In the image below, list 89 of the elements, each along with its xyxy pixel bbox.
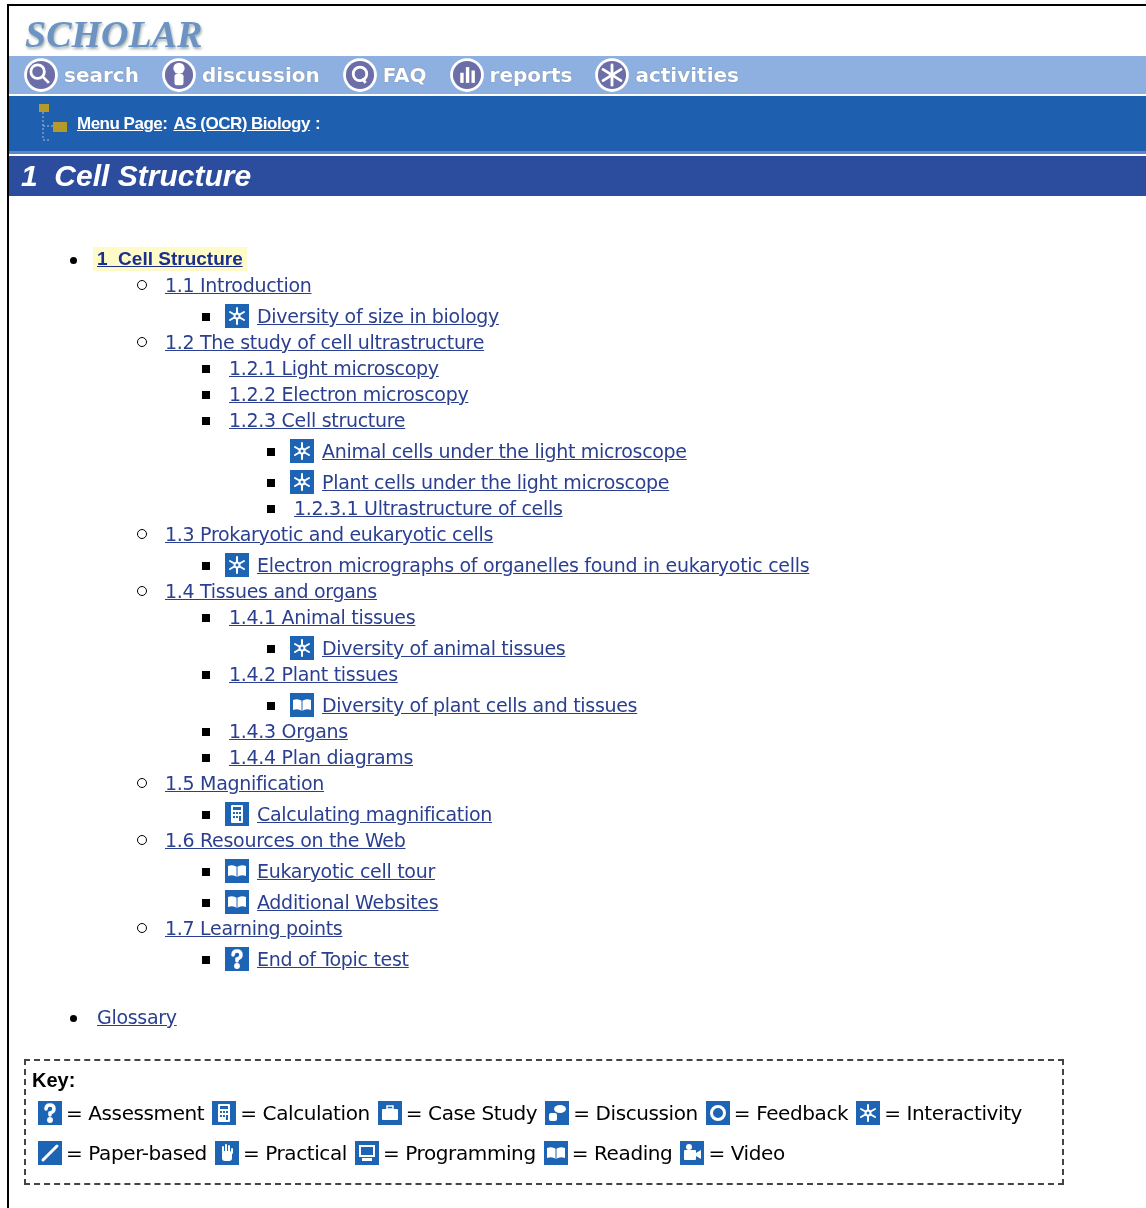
bullet-square xyxy=(267,702,275,710)
snowflake-icon xyxy=(290,470,314,494)
key-label: = Feedback xyxy=(733,1100,849,1127)
bullet-square xyxy=(202,614,210,622)
key-label: = Discussion xyxy=(573,1100,698,1127)
outline-link[interactable]: 1.3 Prokaryotic and eukaryotic cells xyxy=(161,522,498,546)
open-book-icon xyxy=(543,1141,568,1165)
page-title: 1 Cell Structure xyxy=(21,158,252,194)
outline-link[interactable]: 1.2 The study of cell ultrastructure xyxy=(161,330,489,354)
outline-link[interactable]: Calculating magnification xyxy=(253,802,496,826)
bullet-square xyxy=(267,479,275,487)
search-icon xyxy=(23,57,59,93)
snowflake-icon xyxy=(225,553,249,577)
bullet-square xyxy=(202,728,210,736)
outline-link[interactable]: 1.2.3.1 Ultrastructure of cells xyxy=(290,496,567,520)
question-mark-icon xyxy=(38,1101,62,1125)
outline-link[interactable]: Animal cells under the light microscope xyxy=(318,439,691,463)
outline-link[interactable]: Electron micrographs of organelles found in eukaryotic cells xyxy=(253,553,814,577)
site-logo: SCHOLAR xyxy=(25,12,203,56)
bullet-square xyxy=(202,313,210,321)
outline-link[interactable]: Additional Websites xyxy=(253,890,443,914)
snowflake-icon xyxy=(290,439,314,463)
outline-link[interactable]: 1.2.1 Light microscopy xyxy=(225,356,443,380)
breadcrumb-link[interactable]: Menu Page xyxy=(77,110,163,137)
outline-link[interactable]: 1.5 Magnification xyxy=(161,771,329,795)
calculator-icon xyxy=(225,802,249,826)
outline-link[interactable]: 1.4.1 Animal tissues xyxy=(225,605,420,629)
outline-link[interactable]: 1.6 Resources on the Web xyxy=(161,828,410,852)
key-label: = Practical xyxy=(242,1140,347,1167)
snowflake-icon xyxy=(290,636,314,660)
snowflake-icon xyxy=(594,57,631,93)
bullet-square xyxy=(202,868,210,876)
bar-chart-icon xyxy=(448,57,485,93)
outline-link[interactable]: 1.4.3 Organs xyxy=(225,719,352,743)
briefcase-icon xyxy=(377,1101,402,1125)
monitor-icon xyxy=(355,1141,379,1165)
key-label: = Reading xyxy=(571,1140,673,1167)
snowflake-icon xyxy=(856,1101,881,1125)
outline-link[interactable]: 1.4.2 Plant tissues xyxy=(225,662,402,686)
outline-link[interactable]: 1.2.3 Cell structure xyxy=(225,408,410,432)
question-mark-icon xyxy=(225,947,249,971)
breadcrumb-separator: : xyxy=(314,112,321,135)
bullet-square xyxy=(267,645,275,653)
breadcrumb-link[interactable]: AS (OCR) Biology xyxy=(173,110,310,137)
key-label: = Video xyxy=(708,1140,785,1167)
bullet-square xyxy=(202,811,210,819)
open-book-icon xyxy=(225,859,249,883)
outline-link[interactable]: Glossary xyxy=(93,1005,181,1029)
outline-link[interactable]: 1.2.2 Electron microscopy xyxy=(225,382,473,406)
figure-icon xyxy=(160,57,197,93)
bullet-square xyxy=(202,899,210,907)
pencil-icon xyxy=(38,1141,62,1165)
key-label: = Programming xyxy=(383,1140,536,1167)
hand-icon xyxy=(214,1141,239,1165)
outline-link[interactable]: Diversity of plant cells and tissues xyxy=(318,693,642,717)
magnifier-icon xyxy=(341,57,378,93)
open-book-icon xyxy=(225,890,249,914)
outline-link[interactable]: Diversity of size in biology xyxy=(253,304,503,328)
outline-link[interactable]: End of Topic test xyxy=(253,947,413,971)
key-label: = Interactivity xyxy=(884,1100,1022,1127)
bullet-square xyxy=(202,671,210,679)
bullet-square xyxy=(267,448,275,456)
bullet-square xyxy=(267,505,275,513)
outline-link[interactable]: Plant cells under the light microscope xyxy=(318,470,674,494)
key-label: = Calculation xyxy=(240,1100,370,1127)
outline-link[interactable]: Diversity of animal tissues xyxy=(318,636,570,660)
bullet-square xyxy=(202,417,210,425)
bullet-square xyxy=(202,754,210,762)
bullet-square xyxy=(202,391,210,399)
key-label: = Paper-based xyxy=(66,1140,207,1167)
camera-icon xyxy=(680,1141,705,1165)
bullet-square xyxy=(202,365,210,373)
bullet-square xyxy=(202,956,210,964)
outline-link[interactable]: 1.1 Introduction xyxy=(161,273,316,297)
speech-bubble-icon xyxy=(545,1101,570,1125)
outline-link[interactable]: 1 Cell Structure xyxy=(93,247,247,271)
outline-link[interactable]: 1.4.4 Plan diagrams xyxy=(225,745,418,769)
outline-link[interactable]: 1.7 Learning points xyxy=(161,916,347,940)
key-title: Key: xyxy=(32,1068,77,1093)
key-label: = Case Study xyxy=(405,1100,538,1127)
calculator-icon xyxy=(212,1101,237,1125)
breadcrumb-separator: : xyxy=(162,112,168,135)
bullet-square xyxy=(202,562,210,570)
outline-link[interactable]: 1.4 Tissues and organs xyxy=(161,579,381,603)
snowflake-icon xyxy=(225,304,249,328)
ring-icon xyxy=(705,1101,730,1125)
open-book-icon xyxy=(290,693,314,717)
outline-link[interactable]: Eukaryotic cell tour xyxy=(253,859,439,883)
key-label: = Assessment xyxy=(66,1100,205,1127)
